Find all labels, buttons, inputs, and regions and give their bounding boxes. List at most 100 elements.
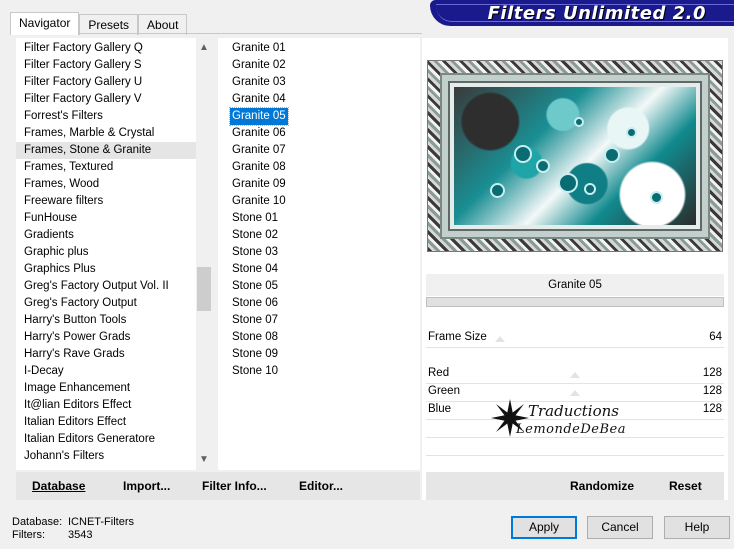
category-item[interactable]: Freeware filters	[16, 193, 196, 210]
frame-bevel	[440, 73, 710, 239]
chevron-up-icon[interactable]: ▲	[196, 40, 212, 56]
filter-item[interactable]: Granite 04	[230, 91, 288, 108]
randomize-button[interactable]: Randomize	[570, 472, 634, 500]
param-label: Red	[428, 367, 450, 379]
filter-item[interactable]: Granite 03	[230, 74, 288, 91]
apply-button[interactable]: Apply	[511, 516, 577, 539]
category-item[interactable]: Frames, Marble & Crystal	[16, 125, 196, 142]
param-track	[426, 437, 724, 438]
status-filters: Filters: 3543	[12, 529, 134, 542]
status-database-value: ICNET-Filters	[68, 516, 134, 528]
category-item[interactable]: Frames, Wood	[16, 176, 196, 193]
category-item[interactable]: Filter Factory Gallery Q	[16, 40, 196, 57]
art-bubble	[626, 127, 637, 138]
filter-item[interactable]: Stone 08	[230, 329, 288, 346]
category-item[interactable]: Filter Factory Gallery V	[16, 91, 196, 108]
app-banner: Filters Unlimited 2.0	[430, 0, 734, 26]
category-item[interactable]: I-Decay	[16, 363, 196, 380]
category-listbox[interactable]: Filter Factory Gallery Q Filter Factory G…	[16, 38, 212, 470]
filter-item[interactable]: Stone 01	[230, 210, 288, 227]
category-item[interactable]: Harry's Button Tools	[16, 312, 196, 329]
import-button[interactable]: Import...	[123, 472, 170, 500]
category-item[interactable]: Filter Factory Gallery S	[16, 57, 196, 74]
category-item[interactable]: Harry's Power Grads	[16, 329, 196, 346]
preview-image	[427, 60, 723, 252]
category-item[interactable]: Image Enhancement	[16, 380, 196, 397]
art-bubble	[558, 173, 578, 193]
category-item[interactable]: Gradients	[16, 227, 196, 244]
category-item[interactable]: Greg's Factory Output	[16, 295, 196, 312]
tab-about[interactable]: About	[138, 14, 188, 35]
editor-button[interactable]: Editor...	[299, 472, 343, 500]
filter-item[interactable]: Stone 06	[230, 295, 288, 312]
param-track[interactable]	[426, 419, 724, 420]
filter-item[interactable]: Granite 05	[229, 107, 289, 126]
slider-thumb[interactable]	[570, 372, 580, 378]
category-item[interactable]: Harry's Rave Grads	[16, 346, 196, 363]
status-area: Database: ICNET-Filters Filters: 3543	[12, 516, 134, 542]
category-item[interactable]: Greg's Factory Output Vol. II	[16, 278, 196, 295]
preview-artwork	[454, 87, 696, 225]
param-label: Green	[428, 385, 460, 397]
param-value: 64	[709, 331, 722, 343]
param-frame-size[interactable]: Frame Size 64	[428, 328, 724, 346]
filter-list: Granite 01 Granite 02 Granite 03 Granite 04…	[229, 40, 289, 380]
category-item[interactable]: Graphics Plus	[16, 261, 196, 278]
filter-item[interactable]: Granite 09	[230, 176, 288, 193]
category-item[interactable]: Frames, Stone & Granite	[16, 142, 196, 159]
category-item[interactable]: Johann's Filters	[16, 448, 196, 465]
filter-item[interactable]: Granite 10	[230, 193, 288, 210]
filter-item[interactable]: Granite 06	[230, 125, 288, 142]
category-item[interactable]: Frames, Textured	[16, 159, 196, 176]
category-item[interactable]: Forrest's Filters	[16, 108, 196, 125]
filter-listbox[interactable]: Granite 01 Granite 02 Granite 03 Granite 04…	[218, 38, 420, 470]
help-button[interactable]: Help	[664, 516, 730, 539]
filter-item[interactable]: Granite 02	[230, 57, 288, 74]
slider-thumb[interactable]	[570, 390, 580, 396]
param-label: Blue	[428, 403, 452, 415]
frame-inner-bevel	[448, 81, 702, 231]
filter-info-button[interactable]: Filter Info...	[202, 472, 267, 500]
category-item[interactable]: Filter Factory Gallery U	[16, 74, 196, 91]
filter-item[interactable]: Stone 03	[230, 244, 288, 261]
tab-navigator[interactable]: Navigator	[10, 12, 80, 35]
filter-item[interactable]: Stone 07	[230, 312, 288, 329]
navigator-toolbar: Database Import... Filter Info... Editor…	[16, 472, 420, 500]
filter-item[interactable]: Granite 01	[230, 40, 288, 57]
tab-bar: Navigator Presets About	[10, 12, 188, 35]
param-track[interactable]	[426, 347, 724, 348]
scrollbar-thumb[interactable]	[197, 267, 211, 311]
art-bubble	[514, 145, 532, 163]
filter-item[interactable]: Stone 02	[230, 227, 288, 244]
preview-zoom-slider[interactable]	[426, 297, 724, 307]
chevron-down-icon[interactable]: ▼	[196, 452, 212, 468]
filter-item[interactable]: Granite 08	[230, 159, 288, 176]
filter-item[interactable]: Stone 10	[230, 363, 288, 380]
database-button-label: Database	[32, 479, 86, 493]
tab-presets[interactable]: Presets	[79, 14, 139, 35]
param-label: Frame Size	[428, 331, 487, 343]
reset-button[interactable]: Reset	[669, 472, 702, 500]
category-item[interactable]: Italian Editors Effect	[16, 414, 196, 431]
filter-item[interactable]: Stone 05	[230, 278, 288, 295]
app-title: Filters Unlimited 2.0	[487, 3, 706, 24]
param-value: 128	[702, 403, 722, 415]
database-button[interactable]: Database	[32, 472, 85, 500]
filter-item[interactable]: Granite 07	[230, 142, 288, 159]
filter-item[interactable]: Stone 09	[230, 346, 288, 363]
category-item[interactable]: Italian Editors Generatore	[16, 431, 196, 448]
category-item[interactable]: It@lian Editors Effect	[16, 397, 196, 414]
param-blue[interactable]: Blue 128	[428, 400, 724, 418]
status-database: Database: ICNET-Filters	[12, 516, 134, 529]
category-item[interactable]: FunHouse	[16, 210, 196, 227]
art-bubble	[584, 183, 596, 195]
status-database-label: Database:	[12, 516, 63, 528]
art-bubble	[536, 159, 550, 173]
category-item[interactable]: Graphic plus	[16, 244, 196, 261]
filter-item[interactable]: Stone 04	[230, 261, 288, 278]
cancel-button[interactable]: Cancel	[587, 516, 653, 539]
category-list: Filter Factory Gallery Q Filter Factory G…	[16, 40, 196, 465]
category-scrollbar[interactable]: ▲ ▼	[196, 38, 212, 470]
slider-thumb[interactable]	[495, 336, 505, 342]
art-bubble	[650, 191, 663, 204]
